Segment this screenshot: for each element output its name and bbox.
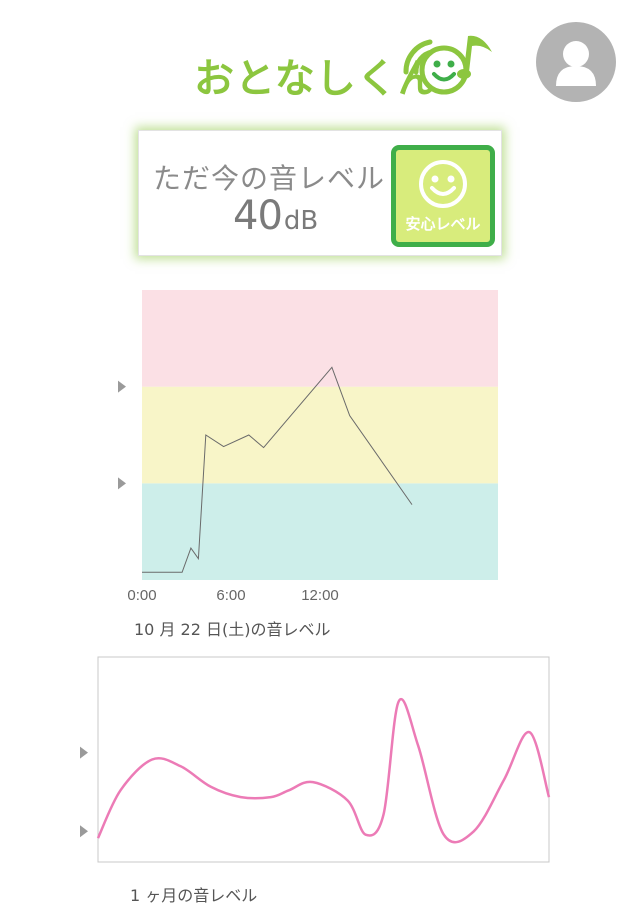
mascot-logo-icon bbox=[403, 35, 492, 95]
avatar-button[interactable] bbox=[536, 22, 616, 102]
app-logo: おとなしくん bbox=[190, 28, 500, 103]
x-tick-label: 6:00 bbox=[216, 587, 245, 604]
current-level-label: ただ今の音レベル bbox=[153, 162, 386, 195]
smiley-face-icon bbox=[419, 160, 467, 208]
daily-sound-level-chart: 0:00 6:00 12:00 bbox=[118, 290, 498, 604]
monthly-chart-caption: 1 ヶ月の音レベル bbox=[130, 886, 258, 905]
threshold-marker-1 bbox=[118, 380, 126, 393]
x-tick-label: 12:00 bbox=[301, 587, 339, 604]
threshold-marker-1 bbox=[80, 746, 88, 759]
x-tick-label: 0:00 bbox=[127, 587, 156, 604]
level-band-1 bbox=[142, 386, 498, 484]
current-level-card: ただ今の音レベル 40dB 安心レベル bbox=[138, 130, 502, 256]
level-band-0 bbox=[142, 483, 498, 580]
daily-chart-caption: 10 月 22 日(土)の音レベル bbox=[134, 620, 331, 639]
status-badge: 安心レベル bbox=[391, 145, 495, 247]
threshold-marker-0 bbox=[118, 477, 126, 490]
level-unit: dB bbox=[283, 206, 319, 236]
current-level-value: 40dB bbox=[233, 193, 318, 239]
status-label: 安心レベル bbox=[405, 215, 481, 233]
level-number: 40 bbox=[233, 193, 283, 239]
user-avatar-icon bbox=[556, 41, 596, 86]
monthly-sound-level-chart bbox=[80, 656, 551, 863]
threshold-marker-0 bbox=[80, 825, 88, 838]
level-band-2 bbox=[142, 290, 498, 387]
